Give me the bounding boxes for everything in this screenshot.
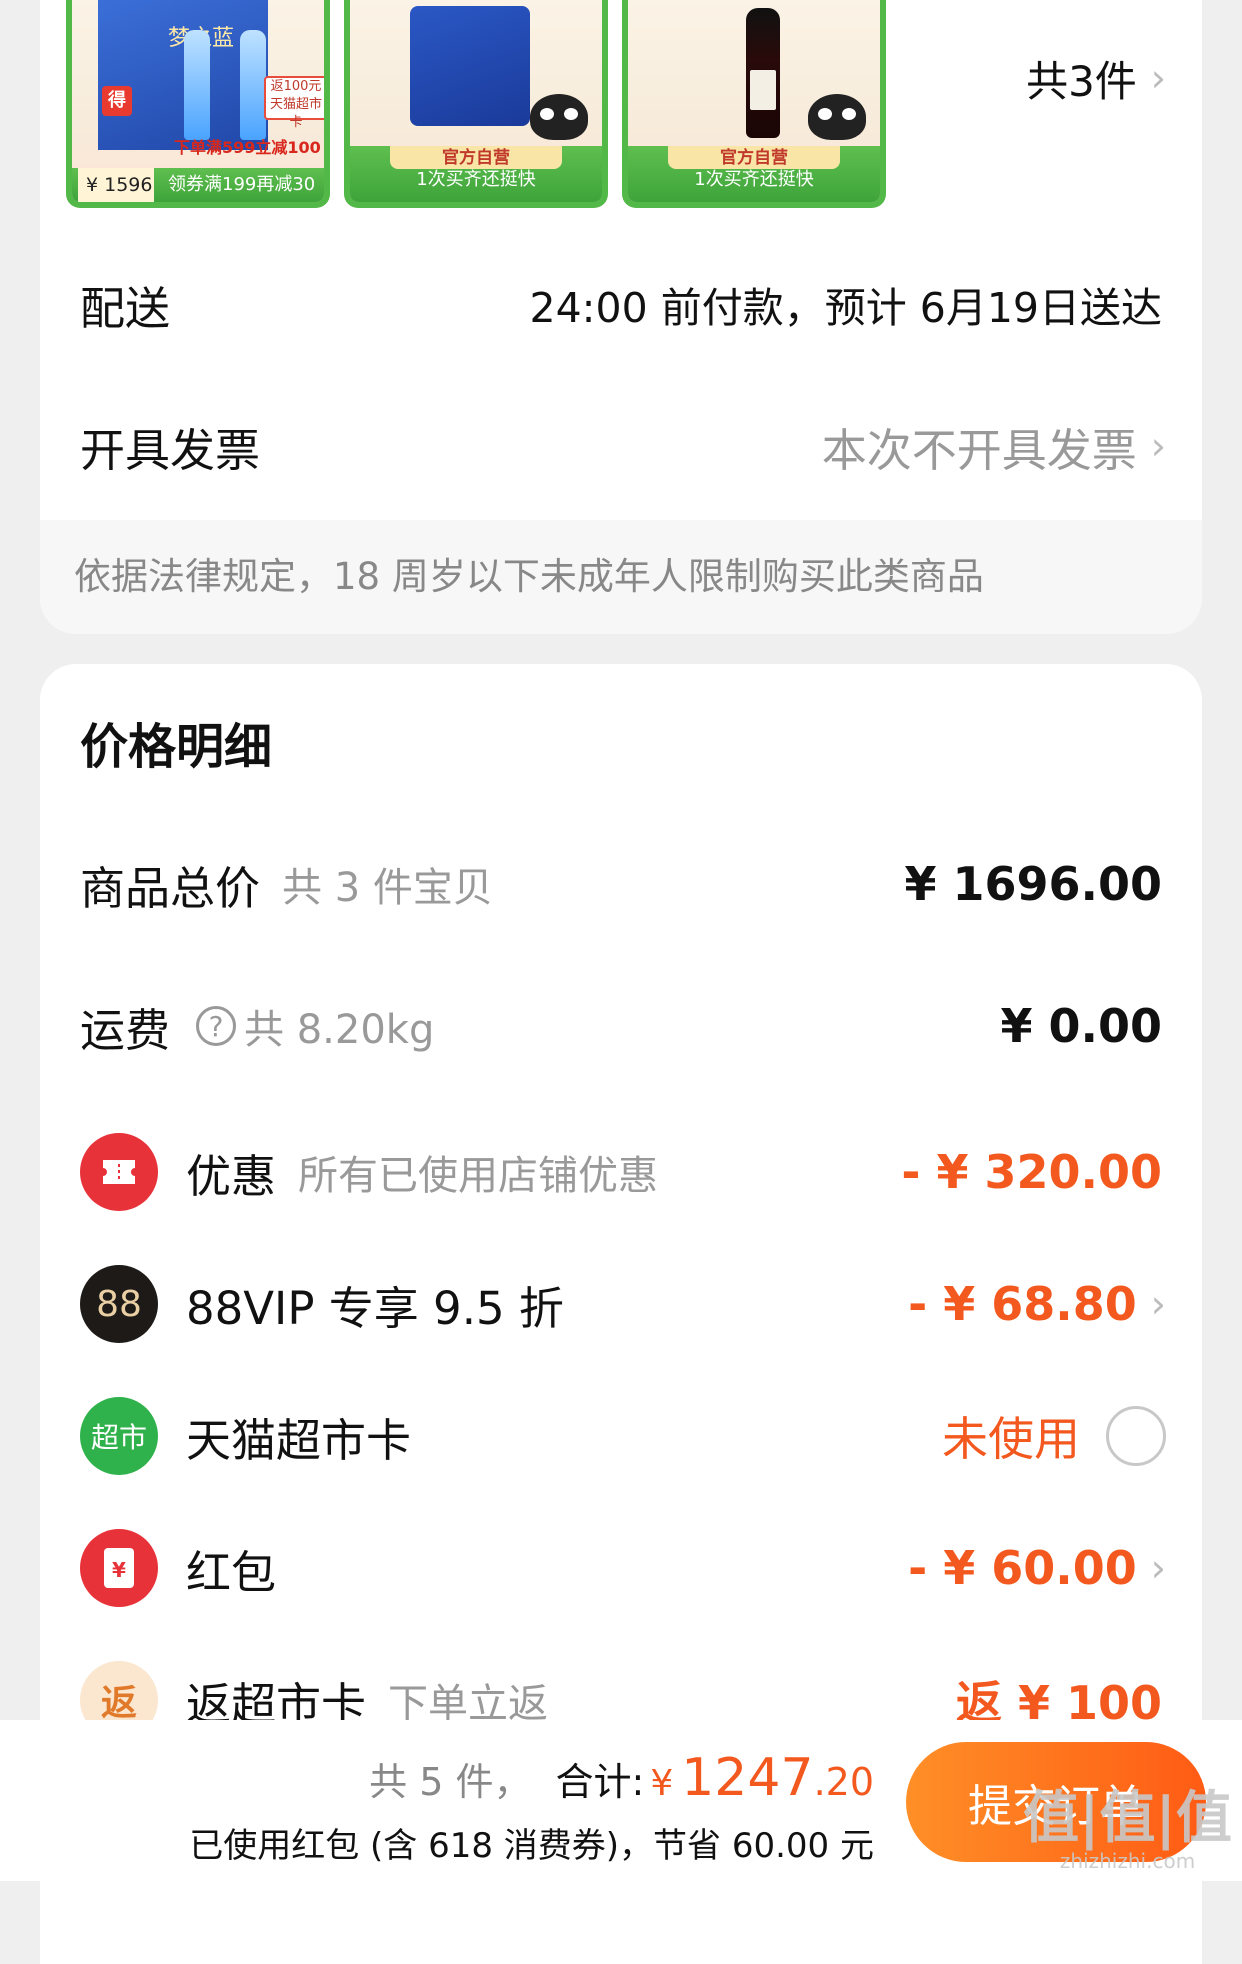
shipping-row: 运费 ? 共 8.20kg ¥ 0.00 [80, 996, 1162, 1057]
goods-total-value: ¥ 1696.00 [904, 857, 1162, 911]
self-operated-tag: 官方自营 [390, 146, 562, 170]
invoice-row[interactable]: 开具发票 本次不开具发票 › [80, 416, 1166, 477]
discount-desc: 所有已使用店铺优惠 [298, 1153, 659, 1199]
market-card-status: 未使用 [942, 1412, 1080, 1466]
bottle-image [184, 30, 210, 140]
shipping-weight: 共 8.20kg [244, 1007, 435, 1053]
item-count-link[interactable]: 共3件 › [1026, 48, 1166, 108]
product-thumbnail[interactable]: 官方自营 1次买齐还挺快 [622, 0, 886, 208]
ticket-icon [80, 1133, 158, 1211]
checkout-bar: 共 5 件， 合计: ¥1247.20 已使用红包 (含 618 消费券)，节省… [0, 1720, 1242, 1881]
product-thumbnail[interactable]: 官方自营 1次买齐还挺快 [344, 0, 608, 208]
shipping-value: ¥ 0.00 [1000, 999, 1162, 1053]
promo-banner: 官方自营 1次买齐还挺快 [628, 146, 880, 202]
wine-bottle-image [746, 8, 780, 138]
coupon-text: 领券满199再减30 [168, 174, 316, 195]
red-packet-row[interactable]: ¥ 红包 - ¥ 60.00 › [80, 1528, 1166, 1608]
product-thumbnail[interactable]: 梦之蓝 得 返100元 天猫超市卡 下单满599立减100 ¥ 1596 领券满… [66, 0, 330, 208]
market-card-label: 天猫超市卡 [186, 1413, 412, 1467]
self-operated-tag: 官方自营 [668, 146, 840, 170]
order-total: 共 5 件， 合计: ¥1247.20 [369, 1748, 874, 1808]
order-summary-card: 梦之蓝 得 返100元 天猫超市卡 下单满599立减100 ¥ 1596 领券满… [40, 0, 1202, 634]
red-packet-value: - ¥ 60.00 [908, 1541, 1137, 1595]
promo-banner: 官方自营 1次买齐还挺快 [350, 146, 602, 202]
total-label: 合计: [555, 1760, 645, 1804]
promo-text: 下单满599立减100 [174, 138, 321, 157]
section-title: 价格明细 [80, 719, 273, 775]
discount-value: - ¥ 320.00 [901, 1145, 1162, 1199]
chevron-right-icon: › [1150, 1546, 1166, 1590]
invoice-label: 开具发票 [80, 423, 261, 477]
discount-row: 优惠 所有已使用店铺优惠 - ¥ 320.00 [80, 1132, 1162, 1212]
promo-banner: ¥ 1596 领券满199再减30 [72, 168, 324, 202]
red-packet-icon: ¥ [80, 1529, 158, 1607]
legal-notice: 依据法律规定，18 周岁以下未成年人限制购买此类商品 [40, 520, 1202, 634]
promo-text: 1次买齐还挺快 [694, 169, 814, 191]
market-card-radio[interactable] [1106, 1406, 1166, 1466]
site-watermark: 值|值|值 zhizhizhi.com [1023, 1786, 1232, 1873]
invoice-value: 本次不开具发票 [821, 423, 1137, 477]
vip-discount-row[interactable]: 88 88VIP 专享 9.5 折 - ¥ 68.80 › [80, 1264, 1166, 1344]
chevron-right-icon: › [1150, 424, 1166, 468]
goods-count: 共 3 件宝贝 [282, 865, 493, 911]
bottle-image [240, 30, 266, 140]
promo-badge: 得 [102, 86, 132, 116]
chevron-right-icon: › [1150, 56, 1166, 100]
goods-total-label: 商品总价 [80, 861, 261, 915]
discount-label: 优惠 [186, 1149, 277, 1203]
chevron-right-icon: › [1150, 1282, 1166, 1326]
tmall-cat-icon [530, 94, 588, 140]
price-label: ¥ 1596 [78, 168, 154, 202]
total-amount: ¥1247.20 [650, 1748, 874, 1808]
delivery-value: 24:00 前付款，预计 6月19日送达 [529, 284, 1162, 332]
help-icon[interactable]: ? [196, 1006, 237, 1046]
product-image: 梦之蓝 [98, 0, 268, 150]
red-packet-label: 红包 [186, 1545, 277, 1599]
delivery-row: 配送 24:00 前付款，预计 6月19日送达 [80, 274, 1162, 335]
promo-rebate-tag: 返100元 天猫超市卡 [264, 76, 324, 130]
vip-value: - ¥ 68.80 [908, 1277, 1137, 1331]
supermarket-icon: 超市 [80, 1397, 158, 1475]
vip-label: 88VIP 专享 9.5 折 [186, 1281, 564, 1335]
tmall-cat-icon [808, 94, 866, 140]
delivery-label: 配送 [80, 281, 171, 335]
shipping-label: 运费 [80, 1003, 171, 1057]
savings-note: 已使用红包 (含 618 消费券)，节省 60.00 元 [189, 1826, 874, 1866]
price-detail-header: 价格明细 [80, 712, 1162, 775]
item-count: 共3件 [1026, 56, 1137, 106]
goods-total-row: 商品总价 共 3 件宝贝 ¥ 1696.00 [80, 854, 1162, 915]
market-card-row[interactable]: 超市 天猫超市卡 未使用 [80, 1396, 1166, 1476]
promo-text: 1次买齐还挺快 [416, 169, 536, 191]
total-item-count: 共 5 件， [369, 1760, 532, 1804]
vip-88-icon: 88 [80, 1265, 158, 1343]
gift-bag-image [410, 6, 530, 126]
